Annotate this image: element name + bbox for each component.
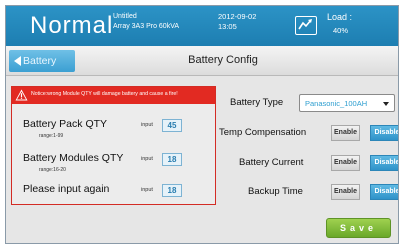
input-label: input — [141, 187, 153, 193]
load-label: Load : — [327, 12, 353, 22]
battery-current-enable-button[interactable]: Enable — [331, 155, 360, 171]
screen: Normal Untitled Array 3A3 Pro 60kVA 2012… — [5, 5, 399, 244]
battery-pack-qty-label: Battery Pack QTY — [23, 118, 108, 130]
load-value: 40% — [333, 26, 349, 35]
system-name: Untitled Array 3A3 Pro 60kVA — [113, 12, 179, 32]
temp-compensation-disable-button[interactable]: Disable — [370, 125, 398, 141]
please-input-again-label: Please input again — [23, 183, 110, 195]
backup-time-enable-button[interactable]: Enable — [331, 184, 360, 200]
battery-pack-qty-input[interactable]: 45 — [162, 119, 182, 132]
warning-icon — [15, 89, 28, 101]
status-header: Normal Untitled Array 3A3 Pro 60kVA 2012… — [6, 6, 398, 46]
chevron-down-icon — [383, 102, 389, 106]
battery-current-row: Battery Current Enable Disable — [213, 152, 398, 174]
battery-modules-qty-range: range:16-20 — [39, 167, 66, 173]
temp-compensation-label: Temp Compensation — [219, 127, 307, 138]
save-button[interactable]: Save — [326, 218, 391, 238]
battery-modules-qty-input[interactable]: 18 — [162, 153, 182, 166]
warning-banner: Notice:wrong Module QTY will damage batt… — [12, 87, 215, 104]
system-name-line1: Untitled — [113, 13, 137, 20]
module-qty-popup: Notice:wrong Module QTY will damage batt… — [11, 86, 216, 205]
battery-modules-qty-label: Battery Modules QTY — [23, 152, 124, 164]
nav-bar: Battery Battery Config — [6, 46, 398, 76]
battery-type-label: Battery Type — [230, 97, 284, 108]
input-label: input — [141, 122, 153, 128]
battery-pack-qty-range: range:1-99 — [39, 133, 64, 139]
input-label: input — [141, 156, 153, 162]
page-title: Battery Config — [188, 54, 258, 66]
backup-time-label: Backup Time — [248, 186, 303, 197]
battery-type-value: Panasonic_100AH — [305, 99, 368, 108]
battery-type-dropdown[interactable]: Panasonic_100AH — [299, 94, 395, 112]
chart-monitor-icon[interactable] — [295, 16, 317, 35]
temp-compensation-enable-button[interactable]: Enable — [331, 125, 360, 141]
datetime: 2012-09-02 13:05 — [218, 12, 256, 32]
battery-type-row: Battery Type Panasonic_100AH — [213, 92, 398, 114]
system-name-line2: Array 3A3 Pro 60kVA — [113, 23, 180, 30]
temp-compensation-row: Temp Compensation Enable Disable — [213, 122, 398, 144]
battery-current-disable-button[interactable]: Disable — [370, 155, 398, 171]
time-text: 13:05 — [218, 22, 237, 31]
mode-text: Normal — [30, 12, 114, 39]
backup-time-disable-button[interactable]: Disable — [370, 184, 398, 200]
warning-text: Notice:wrong Module QTY will damage batt… — [31, 91, 178, 97]
battery-current-label: Battery Current — [239, 157, 304, 168]
date-text: 2012-09-02 — [218, 12, 257, 21]
backup-time-row: Backup Time Enable Disable — [213, 181, 398, 203]
please-input-again-input[interactable]: 18 — [162, 184, 182, 197]
